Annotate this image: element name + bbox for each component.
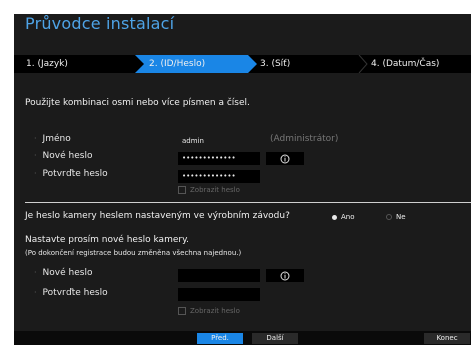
camera-show-password-checkbox[interactable]: Zobrazit heslo [178, 307, 240, 315]
prev-button[interactable]: Před. [197, 333, 243, 344]
radio-no[interactable]: Ne [386, 213, 406, 221]
wizard-steps-bar: 1. (Jazyk) 2. (ID/Heslo) 3. (Síť) 4. (Da… [14, 55, 471, 73]
bullet-icon: · [34, 268, 37, 277]
step-date-time[interactable]: 4. (Datum/Čas) [371, 55, 439, 73]
step-id-password[interactable]: 2. (ID/Heslo) [135, 55, 257, 73]
camera-password-question: Je heslo kamery heslem nastaveným ve výr… [25, 211, 290, 221]
show-password-checkbox[interactable]: Zobrazit heslo [178, 186, 240, 194]
camera-note: Nastavte prosím nové heslo kamery. [25, 235, 189, 245]
camera-note-detail: (Po dokončení registrace budou změněna v… [25, 249, 242, 257]
radio-yes[interactable]: Ano [332, 213, 355, 221]
checkbox-icon [178, 307, 186, 315]
confirm-password-field[interactable]: ••••••••••••• [178, 170, 260, 183]
info-button[interactable] [266, 152, 304, 165]
radio-selected-icon [332, 214, 337, 220]
name-hint: (Administrátor) [270, 134, 339, 144]
info-icon [280, 154, 290, 163]
checkbox-icon [178, 186, 186, 194]
new-password-field[interactable]: ••••••••••••• [178, 152, 260, 165]
finish-button[interactable]: Konec [424, 333, 470, 344]
step-language[interactable]: 1. (Jazyk) [26, 55, 68, 73]
chevron-right-icon [358, 55, 368, 73]
camera-confirm-password-field[interactable] [178, 288, 260, 301]
section-divider [25, 202, 471, 203]
name-field: admin [182, 137, 204, 145]
bullet-icon: · [34, 288, 37, 297]
name-label: · Jméno [34, 134, 71, 144]
page-title: Průvodce instalací [25, 14, 175, 33]
instruction-text: Použijte kombinaci osmi nebo více písmen… [25, 98, 250, 108]
camera-confirm-password-label: · Potvrďte heslo [34, 288, 108, 298]
step-network[interactable]: 3. (Síť) [260, 55, 290, 73]
bullet-icon: · [34, 151, 37, 160]
camera-new-password-field[interactable] [178, 269, 260, 282]
radio-unselected-icon [386, 214, 392, 220]
info-icon [280, 271, 290, 280]
bullet-icon: · [34, 169, 37, 178]
new-password-label: · Nové heslo [34, 151, 93, 161]
confirm-password-label: · Potvrďte heslo [34, 169, 108, 179]
camera-new-password-label: · Nové heslo [34, 268, 93, 278]
next-button[interactable]: Další [252, 333, 298, 344]
bullet-icon: · [34, 134, 37, 143]
camera-info-button[interactable] [266, 269, 304, 282]
